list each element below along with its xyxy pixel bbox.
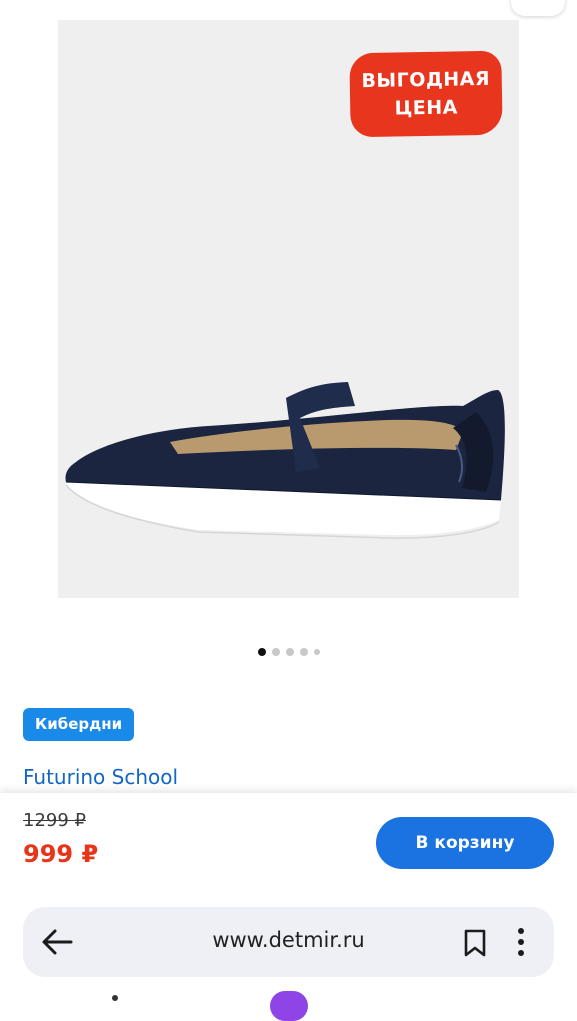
gallery-pagination[interactable] bbox=[0, 648, 577, 656]
promo-badge: ВЫГОДНАЯ ЦЕНА bbox=[349, 50, 503, 138]
gallery-dot-3[interactable] bbox=[285, 648, 294, 656]
product-image[interactable]: ВЫГОДНАЯ ЦЕНА bbox=[58, 20, 519, 598]
promo-tag[interactable]: Кибердни bbox=[23, 708, 135, 741]
gallery-dot-4[interactable] bbox=[299, 648, 308, 656]
brand-link[interactable]: Futurino School bbox=[23, 765, 178, 789]
share-button[interactable] bbox=[511, 0, 565, 16]
add-to-cart-button[interactable]: В корзину bbox=[376, 817, 554, 869]
address-bar[interactable]: www.detmir.ru bbox=[23, 907, 554, 977]
nav-item-peek bbox=[112, 995, 118, 1001]
shoe-image bbox=[65, 382, 505, 539]
gallery-dot-2[interactable] bbox=[271, 648, 280, 656]
promo-badge-line1: ВЫГОДНАЯ bbox=[361, 67, 491, 93]
current-price: 999 ₽ bbox=[23, 840, 99, 868]
gallery-dot-1[interactable] bbox=[257, 648, 266, 656]
gallery-dot-5[interactable] bbox=[313, 649, 320, 655]
browser-toolbar: www.detmir.ru bbox=[0, 885, 577, 1021]
bookmark-icon[interactable] bbox=[463, 929, 487, 957]
old-price: 1299 ₽ bbox=[23, 810, 86, 831]
nav-item-active-peek bbox=[270, 991, 308, 1021]
buy-panel: 1299 ₽ 999 ₽ В корзину bbox=[0, 793, 577, 885]
more-vert-icon[interactable] bbox=[513, 927, 529, 957]
promo-badge-line2: ЦЕНА bbox=[394, 96, 459, 120]
